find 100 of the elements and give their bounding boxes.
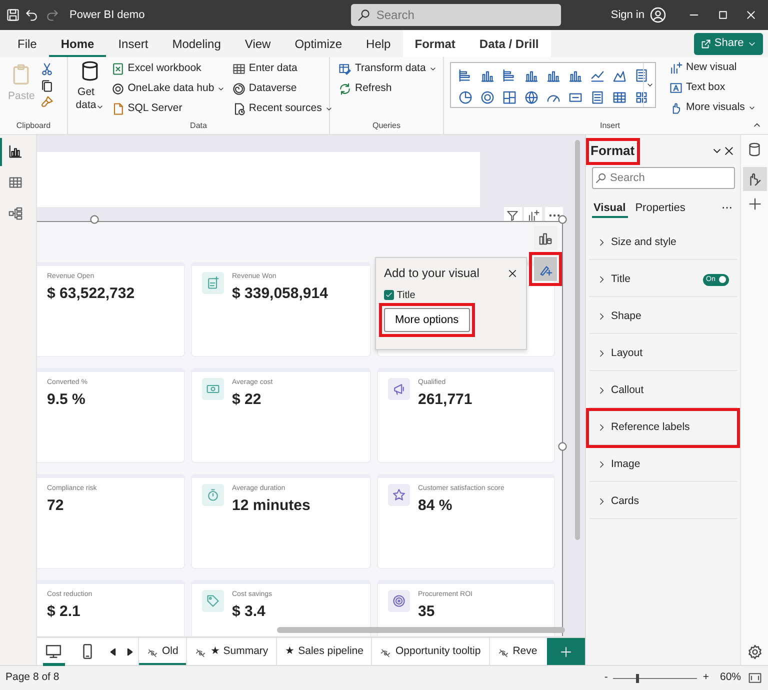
- popup-title: Add to your visual: [384, 265, 480, 282]
- close-icon[interactable]: [722, 145, 734, 158]
- refresh-icon: [338, 82, 352, 96]
- column-chart-icon[interactable]: [524, 68, 539, 84]
- ribbon-button[interactable]: Excel workbook: [108, 59, 228, 79]
- ribbon-button[interactable]: Transform data: [336, 59, 437, 79]
- tiles-icon[interactable]: [634, 90, 649, 106]
- save-icon[interactable]: [6, 8, 20, 22]
- horizontal-scrollbar[interactable]: [277, 627, 565, 633]
- search-field[interactable]: Search: [610, 170, 710, 187]
- ribbon-button[interactable]: Refresh: [336, 79, 437, 99]
- pane-tab[interactable]: Properties: [633, 198, 688, 218]
- ribbon-tab[interactable]: File: [6, 30, 49, 57]
- pane-section[interactable]: Image: [589, 448, 737, 482]
- bars-plus-icon: [669, 60, 683, 75]
- ribbon-tab[interactable]: Modeling: [160, 30, 233, 57]
- search-box[interactable]: Search: [351, 4, 562, 26]
- ribbon-tab[interactable]: Data / Drill: [467, 30, 551, 57]
- pane-title: Format: [590, 142, 635, 160]
- ribbon-tab[interactable]: Home: [48, 30, 106, 57]
- eye-slash-icon: [380, 646, 392, 658]
- caret-icon: [428, 65, 437, 73]
- copy-icon[interactable]: [40, 78, 54, 92]
- maximize-icon[interactable]: [716, 9, 728, 21]
- cut-icon[interactable]: [40, 62, 54, 76]
- filter-icon[interactable]: [506, 208, 519, 222]
- pie-chart-icon[interactable]: [458, 90, 473, 106]
- line-chart-icon[interactable]: [590, 68, 605, 84]
- account-icon[interactable]: [650, 7, 666, 23]
- checkbox[interactable]: [384, 290, 394, 300]
- previous-page-icon[interactable]: [110, 648, 116, 656]
- add-icon[interactable]: [748, 196, 762, 211]
- ribbon-button[interactable]: Recent sources: [230, 99, 335, 119]
- bar-chart-icon[interactable]: [502, 68, 517, 84]
- area-chart-icon[interactable]: [612, 68, 627, 84]
- globe-icon[interactable]: [524, 90, 539, 106]
- ribbon-tab[interactable]: View: [232, 30, 283, 57]
- kpi-value: 84 %: [418, 496, 454, 516]
- chevron-right-icon: [597, 423, 606, 432]
- ribbon-button[interactable]: More visuals: [667, 98, 758, 118]
- ribbon-button[interactable]: New visual: [667, 58, 758, 78]
- slicer-icon[interactable]: [634, 68, 649, 84]
- column-chart-icon[interactable]: [568, 68, 583, 84]
- fit-to-page-icon[interactable]: [746, 671, 762, 685]
- table-icon[interactable]: [612, 90, 627, 106]
- table-icon: [8, 175, 22, 190]
- format-painter-icon[interactable]: [40, 95, 54, 110]
- option-label: Title: [396, 288, 416, 302]
- share-button[interactable]: Share: [694, 32, 762, 54]
- settings-icon[interactable]: [746, 644, 762, 660]
- ribbon-tab[interactable]: Optimize: [282, 30, 354, 57]
- treemap-icon[interactable]: [502, 90, 517, 106]
- zoom-slider[interactable]: [613, 674, 698, 682]
- donut-chart-icon[interactable]: [480, 90, 495, 106]
- resize-handle[interactable]: [90, 215, 99, 224]
- monitor-icon: [45, 643, 62, 660]
- ribbon-button[interactable]: Dataverse: [230, 79, 335, 99]
- redo-icon[interactable]: [44, 8, 58, 22]
- page-tab[interactable]: Old: [139, 638, 188, 665]
- zoom-out-button[interactable]: -: [604, 670, 608, 686]
- ribbon-tab[interactable]: Help: [354, 30, 403, 57]
- search-field[interactable]: Search: [376, 6, 546, 24]
- resize-handle[interactable]: [558, 215, 567, 224]
- more-options-button[interactable]: More options: [384, 308, 470, 332]
- ribbon-tab[interactable]: Format: [402, 30, 468, 57]
- cylinder-icon[interactable]: [747, 142, 762, 158]
- bar-chart-icon[interactable]: [458, 68, 473, 84]
- next-page-icon[interactable]: [126, 648, 132, 656]
- pane-tab[interactable]: Visual: [592, 198, 628, 218]
- resize-handle[interactable]: [558, 442, 567, 451]
- table-icon: [232, 62, 246, 76]
- side-button[interactable]: [534, 257, 557, 281]
- sign-in-link[interactable]: Sign in: [610, 6, 644, 24]
- side-button[interactable]: [534, 226, 557, 250]
- close-icon[interactable]: [745, 9, 757, 21]
- pane-section[interactable]: Size and style: [589, 226, 737, 260]
- get-data-button[interactable]: Get data: [74, 59, 106, 115]
- pane-section[interactable]: Shape: [589, 300, 737, 334]
- list-icon[interactable]: [590, 90, 605, 106]
- ribbon-button[interactable]: SQL Server: [108, 99, 228, 119]
- check-icon: [385, 291, 393, 299]
- slider-thumb[interactable]: [636, 674, 640, 682]
- ribbon-button[interactable]: OneLake data hub: [108, 79, 228, 99]
- chevron-right-icon: [597, 312, 606, 322]
- chevron-right-icon: [597, 275, 606, 284]
- column-chart-icon[interactable]: [546, 68, 561, 84]
- zoom-in-button[interactable]: +: [702, 670, 709, 686]
- vertical-scrollbar[interactable]: [575, 140, 580, 540]
- ribbon-button[interactable]: Text box: [667, 78, 758, 98]
- pane-section[interactable]: Layout: [589, 337, 737, 372]
- pane-section[interactable]: Callout: [589, 374, 737, 408]
- ribbon-button[interactable]: Enter data: [230, 59, 335, 79]
- pane-section[interactable]: Cards: [589, 485, 737, 520]
- pane-section[interactable]: Reference labels: [589, 411, 737, 446]
- column-chart-icon[interactable]: [480, 68, 495, 84]
- undo-icon[interactable]: [25, 8, 39, 22]
- search-box[interactable]: Search: [592, 167, 734, 190]
- more-options-link[interactable]: ⋯: [720, 198, 734, 218]
- close-icon[interactable]: [507, 268, 518, 278]
- ribbon-tab[interactable]: Insert: [106, 30, 160, 57]
